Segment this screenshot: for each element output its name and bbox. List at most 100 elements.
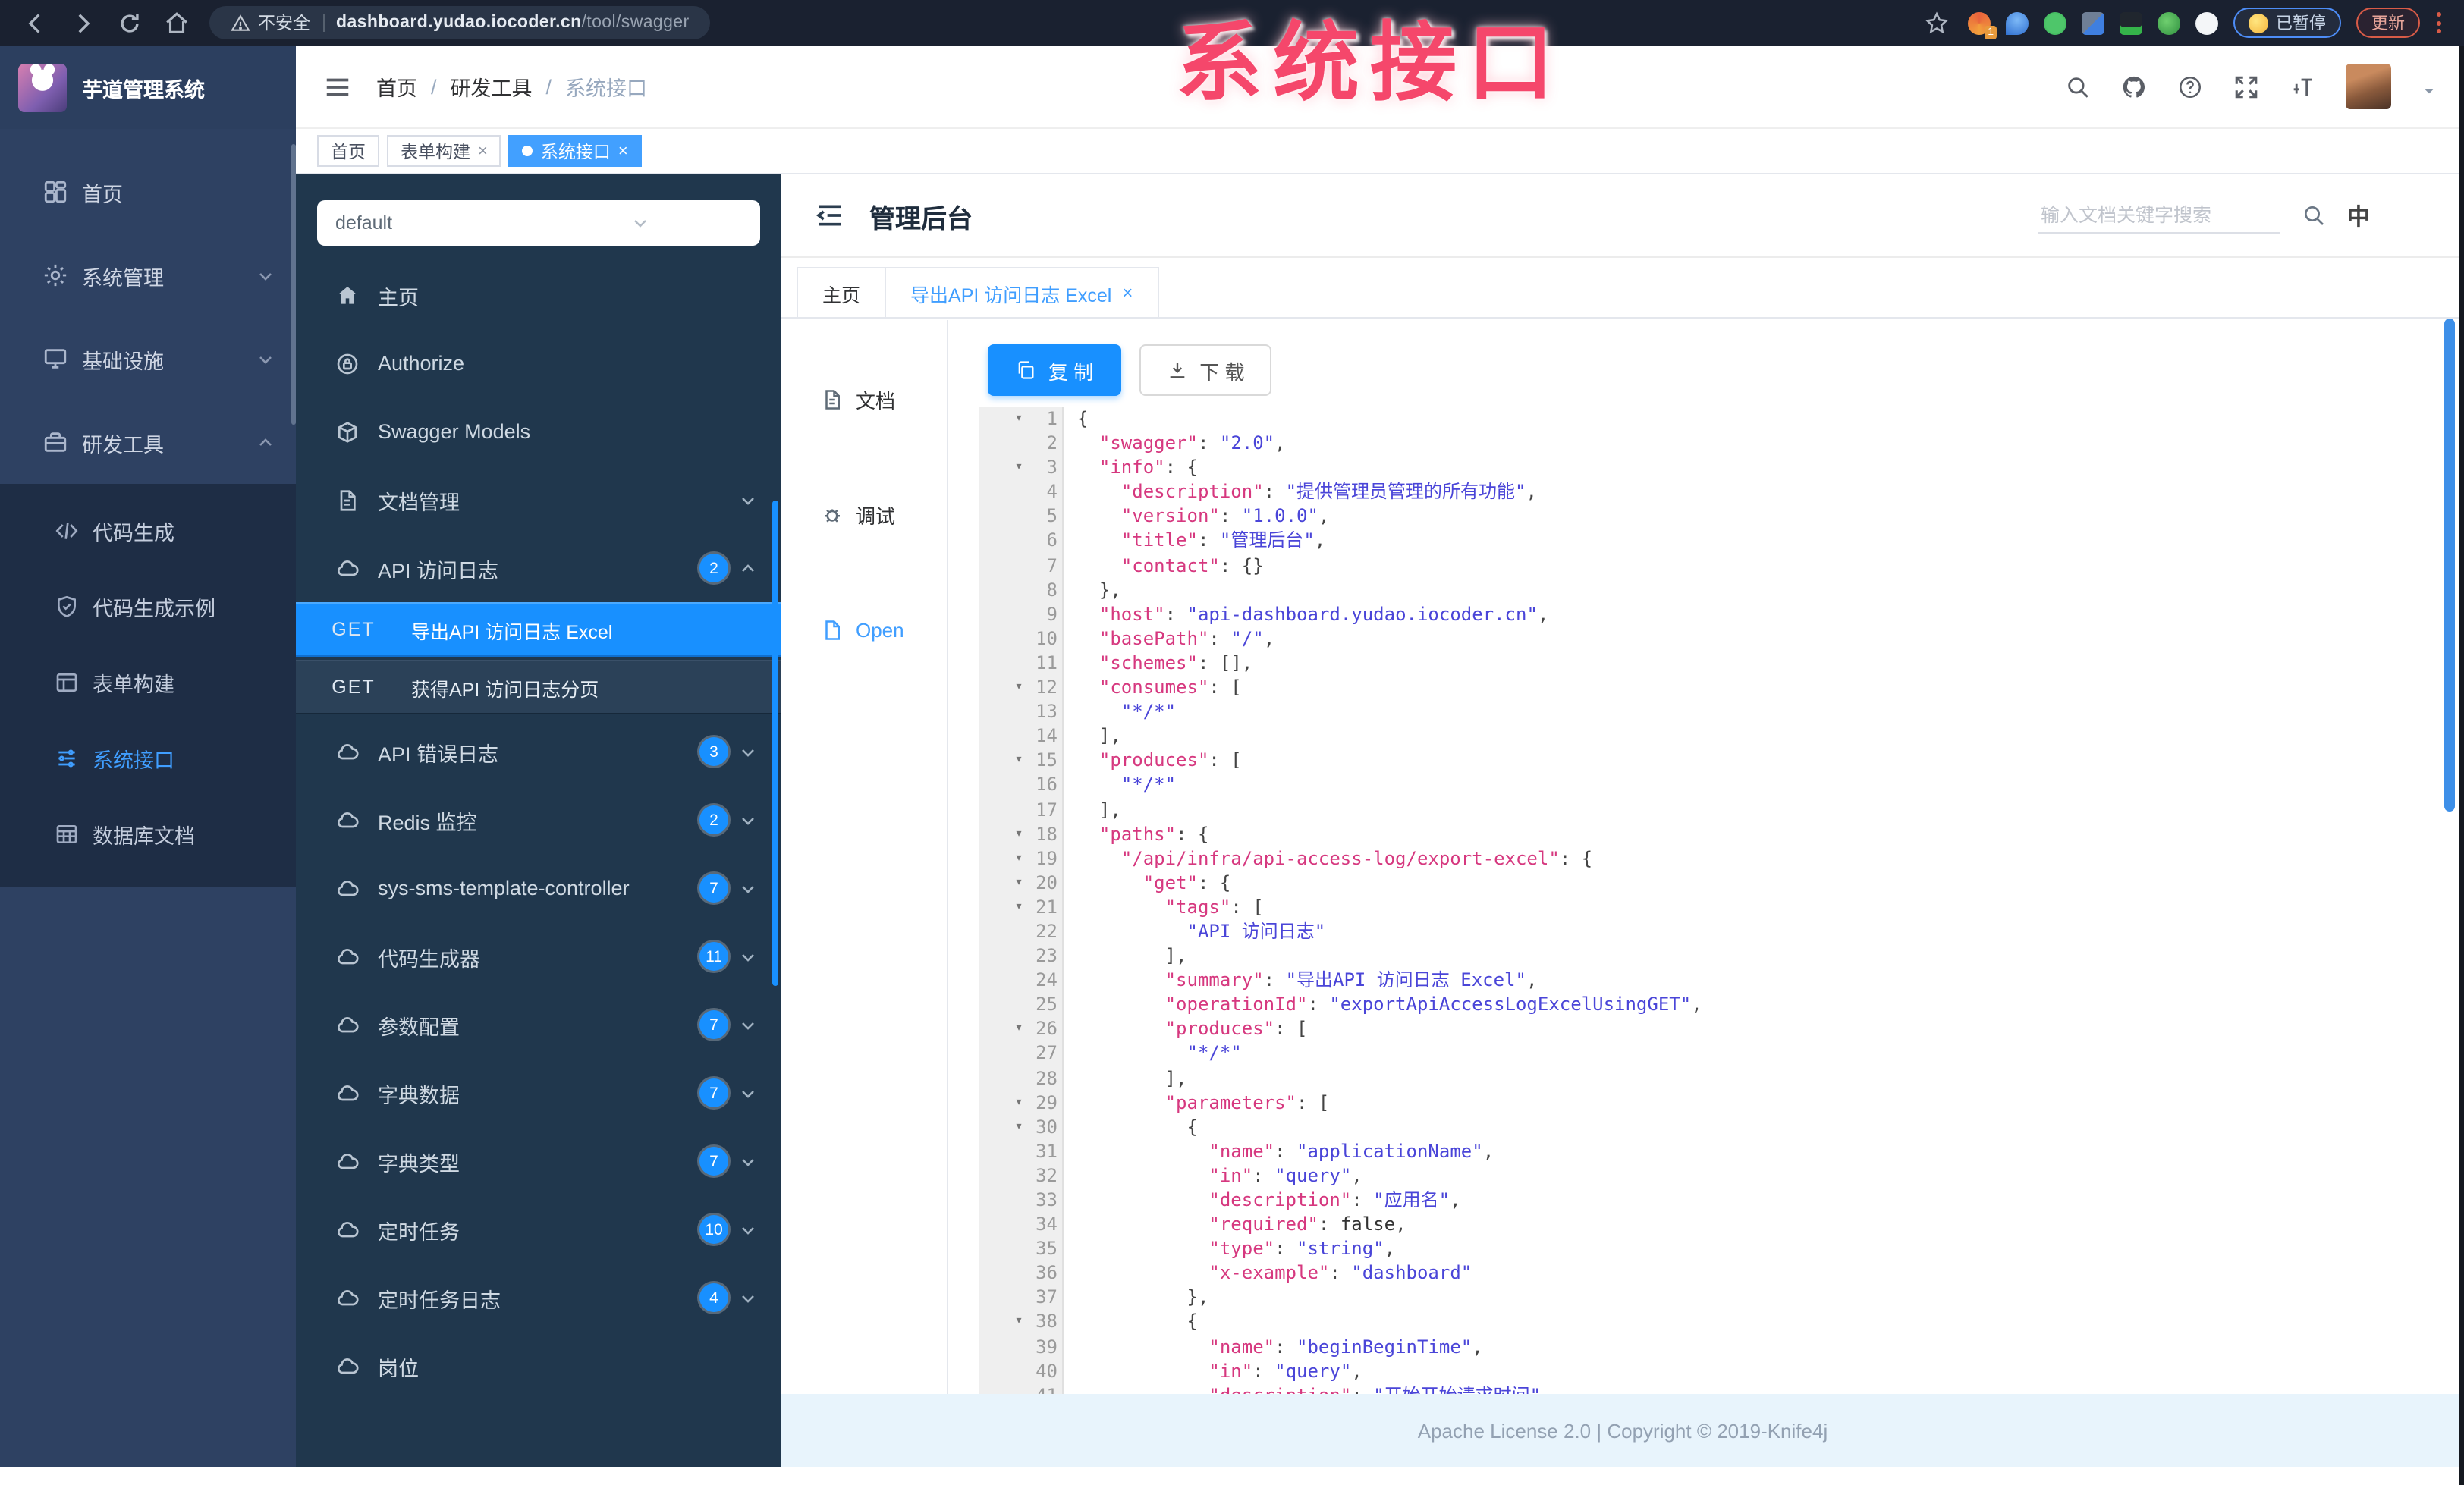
line-number[interactable]: ▾ 21 — [979, 894, 1064, 919]
sidebar-item[interactable]: 研发工具 — [0, 400, 296, 484]
line-number[interactable]: ▾36 — [979, 1261, 1064, 1286]
extension-on-icon[interactable] — [2120, 11, 2142, 34]
line-number[interactable]: ▾25 — [979, 992, 1064, 1017]
line-number[interactable]: ▾5 — [979, 504, 1064, 529]
line-number[interactable]: ▾39 — [979, 1334, 1064, 1359]
caret-down-icon[interactable] — [2422, 79, 2437, 94]
controller-group[interactable]: 定时任务日志 4 — [296, 1264, 781, 1332]
controller-group[interactable]: 岗位 — [296, 1332, 781, 1400]
line-number[interactable]: ▾ 12 — [979, 675, 1064, 700]
line-number[interactable]: ▾41 — [979, 1383, 1064, 1394]
swagger-nav-scrollbar[interactable] — [772, 501, 778, 986]
line-number[interactable]: ▾4 — [979, 479, 1064, 504]
tag-chip[interactable]: 首页 × — [317, 135, 379, 167]
page-scrollbar[interactable] — [2444, 319, 2455, 812]
extension-grid-icon[interactable] — [2082, 11, 2104, 34]
sidebar-subitem[interactable]: 表单构建 — [0, 645, 296, 721]
sidebar-subitem[interactable]: 代码生成示例 — [0, 569, 296, 645]
line-number[interactable]: ▾10 — [979, 626, 1064, 651]
extension-orange-icon[interactable]: 1 — [1968, 11, 1997, 39]
line-number[interactable]: ▾ 26 — [979, 1016, 1064, 1041]
line-number[interactable]: ▾14 — [979, 724, 1064, 749]
line-number[interactable]: ▾16 — [979, 772, 1064, 797]
line-number[interactable]: ▾9 — [979, 601, 1064, 626]
line-number[interactable]: ▾8 — [979, 577, 1064, 602]
line-number[interactable]: ▾ 18 — [979, 821, 1064, 846]
controller-group[interactable]: Redis 监控 2 — [296, 786, 781, 854]
line-number[interactable]: ▾ 19 — [979, 846, 1064, 871]
sidebar-subitem[interactable]: 数据库文档 — [0, 796, 296, 872]
doc-search-input[interactable] — [2037, 198, 2280, 233]
doc-tab[interactable]: 导出API 访问日志 Excel × — [885, 267, 1159, 317]
reload-icon[interactable] — [117, 10, 143, 36]
swagger-nav-item[interactable]: 文档管理 — [296, 466, 781, 534]
controller-group[interactable]: 定时任务 10 — [296, 1195, 781, 1264]
line-number[interactable]: ▾23 — [979, 943, 1064, 969]
bookmark-star-icon[interactable] — [1924, 10, 1950, 36]
line-number[interactable]: ▾24 — [979, 968, 1064, 993]
sidebar-subitem[interactable]: 系统接口 — [0, 721, 296, 796]
line-number[interactable]: ▾7 — [979, 553, 1064, 578]
close-icon[interactable]: × — [618, 142, 628, 160]
operation-row[interactable]: GET 获得API 访问日志分页 — [296, 660, 781, 714]
controller-group[interactable]: 代码生成器 11 — [296, 922, 781, 991]
swagger-nav-item[interactable]: API 访问日志 2 — [296, 534, 781, 602]
close-icon[interactable]: × — [478, 142, 488, 160]
font-size-icon[interactable] — [2290, 74, 2315, 99]
search-icon[interactable] — [2065, 74, 2091, 99]
vertical-tab[interactable]: 调试 — [781, 479, 947, 551]
breadcrumb-group[interactable]: 研发工具 — [451, 71, 533, 102]
profile-paused-pill[interactable]: 已暂停 — [2233, 8, 2341, 38]
api-group-select[interactable]: default — [317, 200, 760, 246]
controller-group[interactable]: 字典数据 7 — [296, 1059, 781, 1127]
line-number[interactable]: ▾28 — [979, 1066, 1064, 1091]
controller-group[interactable]: 参数配置 7 — [296, 991, 781, 1059]
download-button[interactable]: 下 载 — [1139, 344, 1272, 396]
back-icon[interactable] — [23, 10, 49, 36]
extension-puzzle-icon[interactable] — [2195, 11, 2218, 34]
swagger-nav-item[interactable]: 主页 — [296, 261, 781, 329]
swagger-nav-item[interactable]: Authorize — [296, 329, 781, 397]
controller-group[interactable]: sys-sms-template-controller 7 — [296, 854, 781, 922]
line-number[interactable]: ▾ 38 — [979, 1309, 1064, 1335]
line-number[interactable]: ▾2 — [979, 431, 1064, 456]
tag-chip[interactable]: 表单构建 × — [387, 135, 501, 167]
browser-home-icon[interactable] — [164, 10, 190, 36]
app-logo[interactable]: 芋道管理系统 — [0, 46, 296, 129]
copy-button[interactable]: 复 制 — [988, 344, 1121, 396]
hamburger-icon[interactable] — [323, 72, 352, 101]
extension-green-check-icon[interactable] — [2044, 11, 2066, 34]
github-icon[interactable] — [2121, 74, 2147, 99]
close-icon[interactable]: × — [1122, 282, 1133, 303]
operation-row[interactable]: GET 导出API 访问日志 Excel — [296, 602, 781, 657]
breadcrumb-home[interactable]: 首页 — [376, 71, 417, 102]
line-number[interactable]: ▾32 — [979, 1163, 1064, 1188]
line-number[interactable]: ▾ 15 — [979, 748, 1064, 773]
line-number[interactable]: ▾22 — [979, 918, 1064, 944]
tag-chip[interactable]: 系统接口 × — [508, 135, 642, 167]
update-button[interactable]: 更新 — [2356, 8, 2420, 38]
line-number[interactable]: ▾37 — [979, 1285, 1064, 1310]
line-number[interactable]: ▾33 — [979, 1188, 1064, 1213]
line-number[interactable]: ▾34 — [979, 1212, 1064, 1237]
extension-leaf-icon[interactable] — [2158, 11, 2180, 34]
line-number[interactable]: ▾ 30 — [979, 1114, 1064, 1139]
extension-drop-icon[interactable] — [2006, 11, 2029, 34]
language-icon[interactable]: 中 — [2347, 199, 2370, 231]
line-number[interactable]: ▾ 20 — [979, 870, 1064, 895]
sidebar-subitem[interactable]: 代码生成 — [0, 493, 296, 569]
json-code-editor[interactable]: ▾1 { ▾2 "swagger": "2.0", ▾3 "info": { ▾… — [979, 407, 2449, 1394]
line-number[interactable]: ▾11 — [979, 650, 1064, 676]
line-number[interactable]: ▾27 — [979, 1041, 1064, 1066]
sidebar-item[interactable]: 首页 — [0, 150, 296, 234]
fullscreen-icon[interactable] — [2233, 74, 2259, 99]
line-number[interactable]: ▾35 — [979, 1236, 1064, 1261]
line-number[interactable]: ▾13 — [979, 699, 1064, 724]
doc-tab[interactable]: 主页 × — [797, 267, 887, 317]
line-number[interactable]: ▾ 1 — [979, 407, 1064, 432]
search-icon[interactable] — [2302, 203, 2326, 228]
address-bar[interactable]: 不安全 dashboard.yudao.iocoder.cn/tool/swag… — [209, 6, 711, 39]
vertical-tab[interactable]: 文档 — [781, 364, 947, 435]
swagger-nav-item[interactable]: Swagger Models — [296, 397, 781, 466]
help-icon[interactable] — [2177, 74, 2203, 99]
